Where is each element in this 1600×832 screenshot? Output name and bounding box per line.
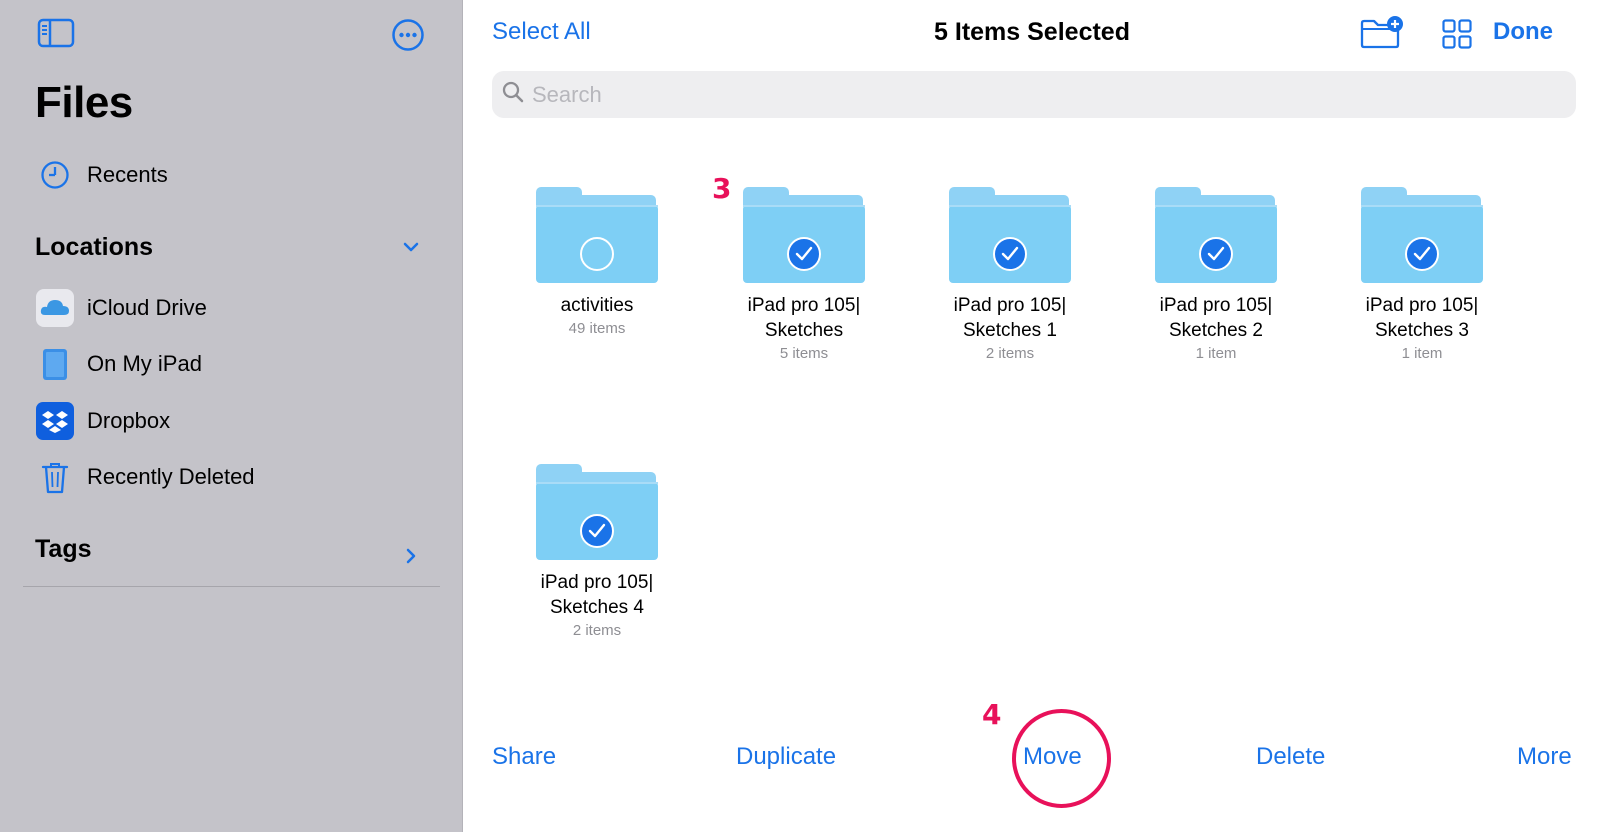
folder-item[interactable]: iPad pro 105| Sketches 2 1 item: [1126, 187, 1306, 362]
chevron-down-icon[interactable]: [402, 238, 420, 261]
grid-view-icon[interactable]: [1442, 19, 1472, 54]
trash-icon: [35, 457, 75, 497]
sidebar-item-dropbox[interactable]: Dropbox: [35, 401, 170, 441]
folder-icon: [536, 464, 658, 560]
checkmark-icon[interactable]: [580, 514, 614, 548]
sidebar-item-label: Recently Deleted: [87, 464, 255, 489]
duplicate-button[interactable]: Duplicate: [736, 743, 836, 771]
search-icon: [502, 81, 524, 108]
folder-item[interactable]: iPad pro 105| Sketches 4 2 items: [507, 464, 687, 639]
folder-icon: [1361, 187, 1483, 283]
folder-item-count: 2 items: [572, 622, 622, 639]
search-input[interactable]: [532, 81, 1432, 108]
sidebar-item-recently-deleted[interactable]: Recently Deleted: [35, 457, 255, 497]
new-folder-icon[interactable]: [1359, 14, 1405, 55]
selection-circle-icon[interactable]: [580, 237, 614, 271]
sidebar-toggle-icon[interactable]: [37, 18, 75, 53]
select-all-button[interactable]: Select All: [492, 18, 591, 46]
folder-item[interactable]: iPad pro 105| Sketches 5 items: [714, 187, 894, 362]
move-button[interactable]: Move: [1023, 743, 1082, 771]
done-button[interactable]: Done: [1493, 18, 1553, 46]
folder-icon: [536, 187, 658, 283]
more-button[interactable]: More: [1517, 743, 1572, 771]
step-3-annotation: 3: [712, 172, 732, 205]
chevron-right-icon[interactable]: [402, 547, 420, 570]
dropbox-icon: [35, 401, 75, 441]
folder-name: activities: [560, 295, 634, 316]
sidebar-divider: [23, 586, 440, 587]
sidebar-title: Files: [35, 78, 133, 127]
folder-name: iPad pro 105| Sketches 1: [953, 295, 1067, 341]
sidebar-item-on-my-ipad[interactable]: On My iPad: [35, 344, 202, 384]
sidebar: Files Recents Locations iCloud Drive On …: [0, 0, 463, 832]
checkmark-icon[interactable]: [787, 237, 821, 271]
folder-item[interactable]: iPad pro 105| Sketches 1 2 items: [920, 187, 1100, 362]
sidebar-item-icloud-drive[interactable]: iCloud Drive: [35, 288, 207, 328]
share-button[interactable]: Share: [492, 743, 556, 771]
folder-item-count: 49 items: [568, 320, 626, 337]
sidebar-item-recents[interactable]: Recents: [35, 155, 168, 195]
tags-heading[interactable]: Tags: [35, 535, 92, 564]
clock-icon: [35, 155, 75, 195]
ipad-icon: [35, 344, 75, 384]
checkmark-icon[interactable]: [1405, 237, 1439, 271]
folder-name: iPad pro 105| Sketches: [747, 295, 861, 341]
icloud-icon: [35, 288, 75, 328]
folder-name: iPad pro 105| Sketches 3: [1365, 295, 1479, 341]
folder-item-count: 1 item: [1195, 345, 1237, 362]
folder-name: iPad pro 105| Sketches 2: [1159, 295, 1273, 341]
sidebar-item-label: Dropbox: [87, 408, 171, 433]
folder-item-count: 1 item: [1401, 345, 1443, 362]
locations-heading[interactable]: Locations: [35, 233, 153, 262]
folder-item[interactable]: activities 49 items: [507, 187, 687, 337]
more-options-icon[interactable]: [391, 18, 425, 57]
sidebar-item-label: iCloud Drive: [87, 295, 207, 320]
main-pane: Select All 5 Items Selected Done Search …: [464, 0, 1600, 832]
sidebar-item-label: On My iPad: [87, 351, 202, 376]
checkmark-icon[interactable]: [993, 237, 1027, 271]
delete-button[interactable]: Delete: [1256, 743, 1325, 771]
folder-icon: [743, 187, 865, 283]
folder-icon: [1155, 187, 1277, 283]
selection-title: 5 Items Selected: [934, 18, 1130, 46]
folder-item-count: 2 items: [985, 345, 1035, 362]
folder-item-count: 5 items: [779, 345, 829, 362]
search-bar[interactable]: [492, 71, 1576, 118]
step-4-annotation: 4: [982, 698, 1002, 731]
checkmark-icon[interactable]: [1199, 237, 1233, 271]
sidebar-item-label: Recents: [87, 162, 168, 187]
folder-item[interactable]: iPad pro 105| Sketches 3 1 item: [1332, 187, 1512, 362]
title-row: 5 Items Selected: [464, 18, 1600, 47]
folder-icon: [949, 187, 1071, 283]
folder-name: iPad pro 105| Sketches 4: [540, 572, 654, 618]
